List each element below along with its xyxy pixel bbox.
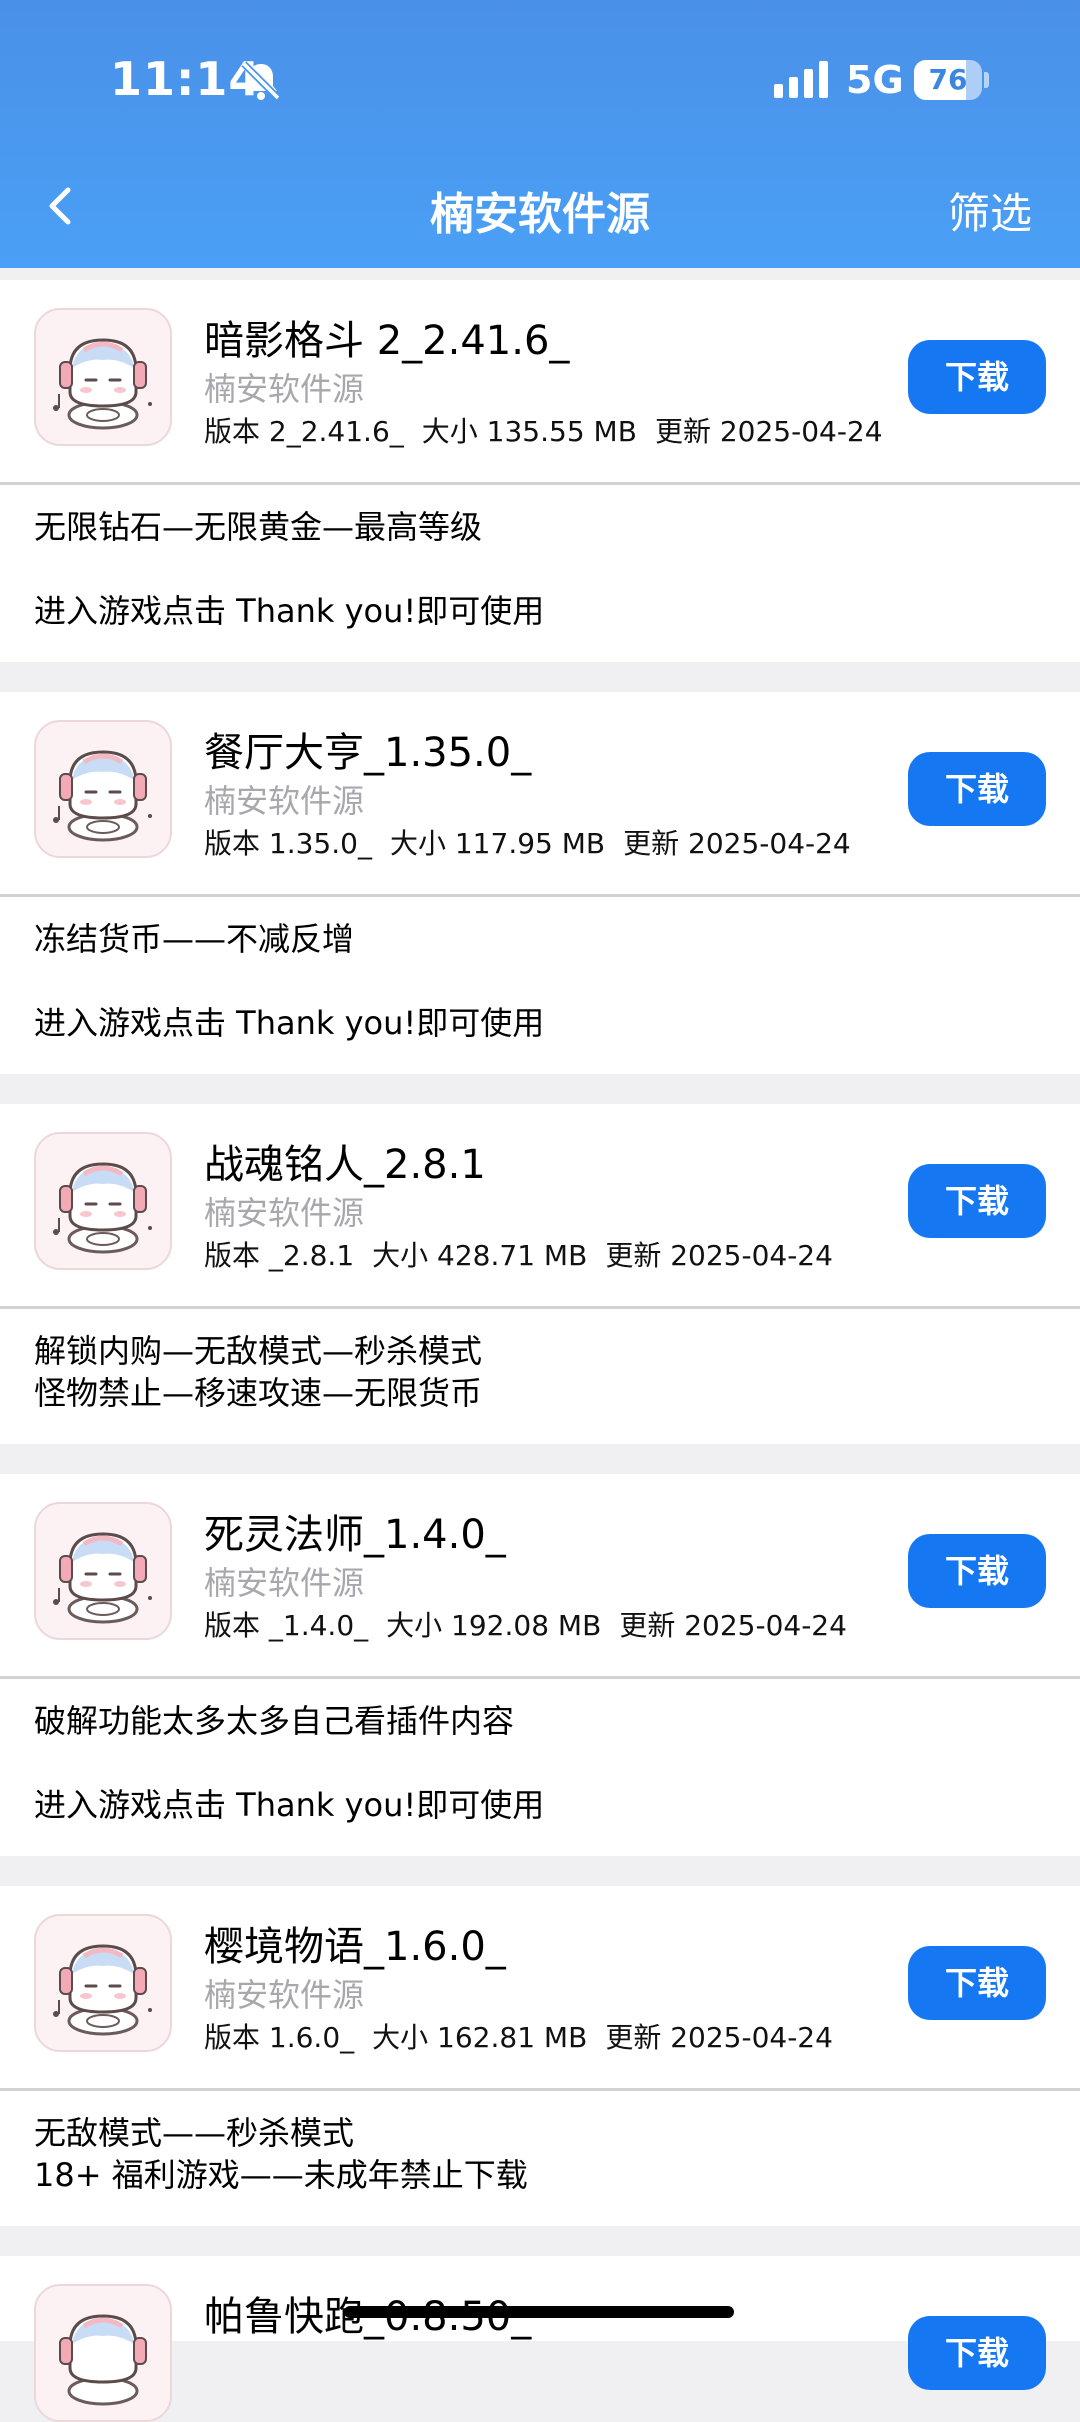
network-type: 5G: [846, 58, 904, 102]
app-meta: 版本 1.35.0_ 大小 117.95 MB 更新 2025-04-24: [204, 822, 869, 862]
app-card: 帕鲁快跑_0.8.50_ 下载: [0, 2256, 1080, 2422]
app-description: 无限钻石—无限黄金—最高等级 ​ 进入游戏点击 Thank you!即可使用: [34, 506, 544, 632]
app-row[interactable]: 暗影格斗 2_2.41.6_ 楠安软件源 版本 2_2.41.6_ 大小 135.…: [0, 280, 1080, 485]
app-version: 版本 1.6.0_: [204, 2021, 355, 2054]
desc-line: 无敌模式——秒杀模式: [34, 2114, 355, 2152]
app-card: 樱境物语_1.6.0_ 楠安软件源 版本 1.6.0_ 大小 162.81 MB 更…: [0, 1886, 1080, 2226]
app-updated: 更新 2025-04-24: [605, 1239, 833, 1272]
app-icon: [34, 2284, 172, 2422]
app-source: 楠安软件源: [204, 782, 365, 820]
filter-button[interactable]: 筛选: [948, 180, 1032, 241]
app-card: 餐厅大亨_1.35.0_ 楠安软件源 版本 1.35.0_ 大小 117.95 M…: [0, 692, 1080, 1074]
top-bar: 11:14 5G 76 楠安软件源 筛选: [0, 0, 1080, 268]
download-button[interactable]: 下载: [908, 340, 1046, 414]
app-card: 暗影格斗 2_2.41.6_ 楠安软件源 版本 2_2.41.6_ 大小 135.…: [0, 280, 1080, 662]
desc-line: ​: [34, 548, 544, 590]
desc-line: ​: [34, 1742, 544, 1784]
app-row[interactable]: 帕鲁快跑_0.8.50_ 下载: [0, 2256, 1080, 2422]
desc-line: 18+ 福利游戏——未成年禁止下载: [34, 2156, 528, 2194]
app-description: 破解功能太多太多自己看插件内容 ​ 进入游戏点击 Thank you!即可使用: [34, 1700, 544, 1826]
app-updated: 更新 2025-04-24: [619, 1609, 847, 1642]
app-meta: 版本 2_2.41.6_ 大小 135.55 MB 更新 2025-04-24: [204, 410, 901, 450]
home-indicator[interactable]: [344, 2306, 734, 2318]
app-icon: [34, 720, 172, 858]
desc-line: ​: [34, 960, 544, 1002]
app-size: 大小 135.55 MB: [421, 415, 637, 448]
desc-line: 进入游戏点击 Thank you!即可使用: [34, 592, 545, 630]
app-name: 餐厅大亨_1.35.0_: [204, 730, 532, 776]
app-source: 楠安软件源: [204, 370, 365, 408]
app-name: 暗影格斗 2_2.41.6_: [204, 318, 570, 364]
download-button[interactable]: 下载: [908, 1946, 1046, 2020]
app-meta: 版本 _2.8.1 大小 428.71 MB 更新 2025-04-24: [204, 1234, 851, 1274]
download-button[interactable]: 下载: [908, 1164, 1046, 1238]
bell-muted-icon: [241, 61, 281, 101]
app-source: 楠安软件源: [204, 1564, 365, 1602]
app-card: 死灵法师_1.4.0_ 楠安软件源 版本 _1.4.0_ 大小 192.08 MB…: [0, 1474, 1080, 1856]
app-icon: [34, 1502, 172, 1640]
app-updated: 更新 2025-04-24: [654, 415, 883, 448]
app-description: 解锁内购—无敌模式—秒杀模式 怪物禁止—移速攻速—无限货币: [34, 1330, 482, 1414]
signal-icon: [774, 61, 828, 98]
app-row[interactable]: 餐厅大亨_1.35.0_ 楠安软件源 版本 1.35.0_ 大小 117.95 M…: [0, 692, 1080, 897]
download-button[interactable]: 下载: [908, 1534, 1046, 1608]
desc-line: 进入游戏点击 Thank you!即可使用: [34, 1786, 545, 1824]
app-version: 版本 2_2.41.6_: [204, 415, 404, 448]
app-row[interactable]: 战魂铭人_2.8.1 楠安软件源 版本 _2.8.1 大小 428.71 MB 更新…: [0, 1104, 1080, 1309]
app-name: 樱境物语_1.6.0_: [204, 1924, 506, 1970]
app-name: 战魂铭人_2.8.1: [204, 1142, 486, 1188]
desc-line: 冻结货币——不减反增: [34, 920, 355, 958]
app-version: 版本 _1.4.0_: [204, 1609, 369, 1642]
desc-line: 进入游戏点击 Thank you!即可使用: [34, 1004, 545, 1042]
app-size: 大小 117.95 MB: [389, 827, 606, 860]
battery-percent: 76: [928, 63, 968, 96]
app-icon: [34, 1914, 172, 2052]
app-card: 战魂铭人_2.8.1 楠安软件源 版本 _2.8.1 大小 428.71 MB 更新…: [0, 1104, 1080, 1444]
app-description: 无敌模式——秒杀模式 18+ 福利游戏——未成年禁止下载: [34, 2112, 528, 2196]
page-title: 楠安软件源: [430, 189, 650, 240]
app-meta: 版本 _1.4.0_ 大小 192.08 MB 更新 2025-04-24: [204, 1604, 865, 1644]
app-meta: 版本 1.6.0_ 大小 162.81 MB 更新 2025-04-24: [204, 2016, 851, 2056]
app-updated: 更新 2025-04-24: [605, 2021, 833, 2054]
app-size: 大小 428.71 MB: [372, 1239, 588, 1272]
app-size: 大小 192.08 MB: [386, 1609, 602, 1642]
app-source: 楠安软件源: [204, 1194, 365, 1232]
app-source: 楠安软件源: [204, 1976, 365, 2014]
desc-line: 破解功能太多太多自己看插件内容: [34, 1702, 515, 1740]
app-version: 版本 _2.8.1: [204, 1239, 355, 1272]
app-description: 冻结货币——不减反增 ​ 进入游戏点击 Thank you!即可使用: [34, 918, 544, 1044]
app-icon: [34, 1132, 172, 1270]
battery-icon: 76: [914, 60, 990, 100]
app-size: 大小 162.81 MB: [372, 2021, 588, 2054]
download-button[interactable]: 下载: [908, 2316, 1046, 2390]
app-updated: 更新 2025-04-24: [623, 827, 851, 860]
desc-line: 怪物禁止—移速攻速—无限货币: [34, 1374, 483, 1412]
app-icon: [34, 308, 172, 446]
desc-line: 无限钻石—无限黄金—最高等级: [34, 508, 483, 546]
app-row[interactable]: 死灵法师_1.4.0_ 楠安软件源 版本 _1.4.0_ 大小 192.08 MB…: [0, 1474, 1080, 1679]
app-version: 版本 1.35.0_: [204, 827, 372, 860]
desc-line: 解锁内购—无敌模式—秒杀模式: [34, 1332, 483, 1370]
app-row[interactable]: 樱境物语_1.6.0_ 楠安软件源 版本 1.6.0_ 大小 162.81 MB 更…: [0, 1886, 1080, 2091]
download-button[interactable]: 下载: [908, 752, 1046, 826]
app-name: 死灵法师_1.4.0_: [204, 1512, 506, 1558]
